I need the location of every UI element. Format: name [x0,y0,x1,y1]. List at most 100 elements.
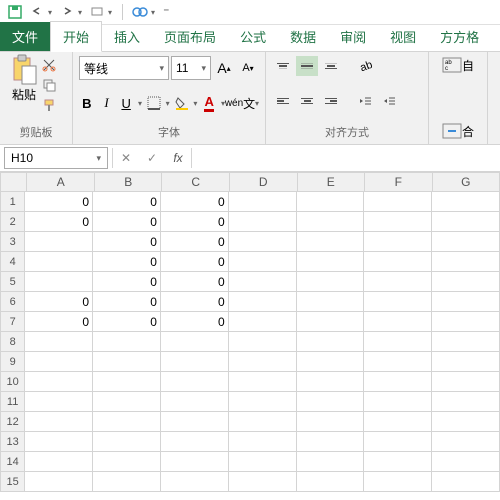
cell-E11[interactable] [297,392,365,412]
cell-F4[interactable] [364,252,432,272]
cell-B12[interactable] [93,412,161,432]
cell-C8[interactable] [161,332,229,352]
cell-E7[interactable] [297,312,365,332]
cell-C9[interactable] [161,352,229,372]
row-header-2[interactable]: 2 [0,212,25,232]
cell-B15[interactable] [93,472,161,492]
cell-E14[interactable] [297,452,365,472]
format-painter-icon[interactable] [40,96,58,114]
cell-E8[interactable] [297,332,365,352]
row-header-1[interactable]: 1 [0,192,25,212]
cell-B14[interactable] [93,452,161,472]
tab-data[interactable]: 数据 [278,22,328,51]
cell-G14[interactable] [432,452,500,472]
select-all-corner[interactable] [0,172,27,192]
cell-D8[interactable] [229,332,297,352]
cell-C4[interactable]: 0 [161,252,229,272]
cell-A7[interactable]: 0 [25,312,93,332]
font-size-selector[interactable]: 11▾ [171,56,211,80]
cell-D5[interactable] [229,272,297,292]
cell-D2[interactable] [229,212,297,232]
undo-dropdown-icon[interactable]: ▾ [48,8,52,17]
cell-G6[interactable] [432,292,500,312]
cell-A11[interactable] [25,392,93,412]
cell-G9[interactable] [432,352,500,372]
cell-B8[interactable] [93,332,161,352]
cell-C14[interactable] [161,452,229,472]
cell-C10[interactable] [161,372,229,392]
cell-C7[interactable]: 0 [161,312,229,332]
fx-icon[interactable]: fx [165,148,191,168]
enter-formula-icon[interactable]: ✓ [139,148,165,168]
cell-B6[interactable]: 0 [93,292,161,312]
decrease-font-icon[interactable]: A▾ [237,57,259,79]
cell-D13[interactable] [229,432,297,452]
cell-D10[interactable] [229,372,297,392]
cell-B9[interactable] [93,352,161,372]
cell-C2[interactable]: 0 [161,212,229,232]
cell-G8[interactable] [432,332,500,352]
cell-B13[interactable] [93,432,161,452]
column-header-F[interactable]: F [365,172,433,192]
column-header-A[interactable]: A [27,172,95,192]
cell-C13[interactable] [161,432,229,452]
align-center-icon[interactable] [296,91,318,111]
cell-F14[interactable] [364,452,432,472]
align-top-icon[interactable] [272,56,294,76]
cell-D6[interactable] [229,292,297,312]
copy-icon[interactable] [40,76,58,94]
cell-G10[interactable] [432,372,500,392]
cell-A5[interactable] [25,272,93,292]
cell-D7[interactable] [229,312,297,332]
cell-A4[interactable] [25,252,93,272]
cell-G15[interactable] [432,472,500,492]
cell-D9[interactable] [229,352,297,372]
tab-home[interactable]: 开始 [50,21,102,52]
cell-C6[interactable]: 0 [161,292,229,312]
touch-dropdown-icon[interactable]: ▾ [151,8,155,17]
tab-insert[interactable]: 插入 [102,22,152,51]
cell-B11[interactable] [93,392,161,412]
cell-G3[interactable] [432,232,500,252]
row-header-14[interactable]: 14 [0,452,25,472]
cell-A15[interactable] [25,472,93,492]
cell-F7[interactable] [364,312,432,332]
cell-A10[interactable] [25,372,93,392]
tab-file[interactable]: 文件 [0,22,50,51]
cell-B4[interactable]: 0 [93,252,161,272]
cell-F12[interactable] [364,412,432,432]
font-color-icon[interactable]: A [201,92,217,114]
tab-review[interactable]: 审阅 [328,22,378,51]
cell-A1[interactable]: 0 [25,192,93,212]
cell-C5[interactable]: 0 [161,272,229,292]
cell-E12[interactable] [297,412,365,432]
cell-E6[interactable] [297,292,365,312]
cell-D14[interactable] [229,452,297,472]
cut-icon[interactable] [40,56,58,74]
cell-B5[interactable]: 0 [93,272,161,292]
cell-C11[interactable] [161,392,229,412]
cell-F9[interactable] [364,352,432,372]
column-header-D[interactable]: D [230,172,298,192]
underline-button[interactable]: U [118,92,134,114]
touch-mode-icon[interactable] [131,3,149,21]
cell-B1[interactable]: 0 [93,192,161,212]
increase-indent-icon[interactable] [378,91,400,111]
cell-F8[interactable] [364,332,432,352]
cell-B3[interactable]: 0 [93,232,161,252]
column-header-C[interactable]: C [162,172,230,192]
row-header-4[interactable]: 4 [0,252,25,272]
align-middle-icon[interactable] [296,56,318,76]
cell-G11[interactable] [432,392,500,412]
formula-input[interactable] [191,148,500,168]
phonetic-icon[interactable]: wén文 [229,92,251,114]
redo-icon[interactable] [58,3,76,21]
cell-E4[interactable] [297,252,365,272]
decrease-indent-icon[interactable] [354,91,376,111]
cell-G4[interactable] [432,252,500,272]
cell-A8[interactable] [25,332,93,352]
cell-A6[interactable]: 0 [25,292,93,312]
cell-G5[interactable] [432,272,500,292]
redo-dropdown-icon[interactable]: ▾ [78,8,82,17]
row-header-7[interactable]: 7 [0,312,25,332]
